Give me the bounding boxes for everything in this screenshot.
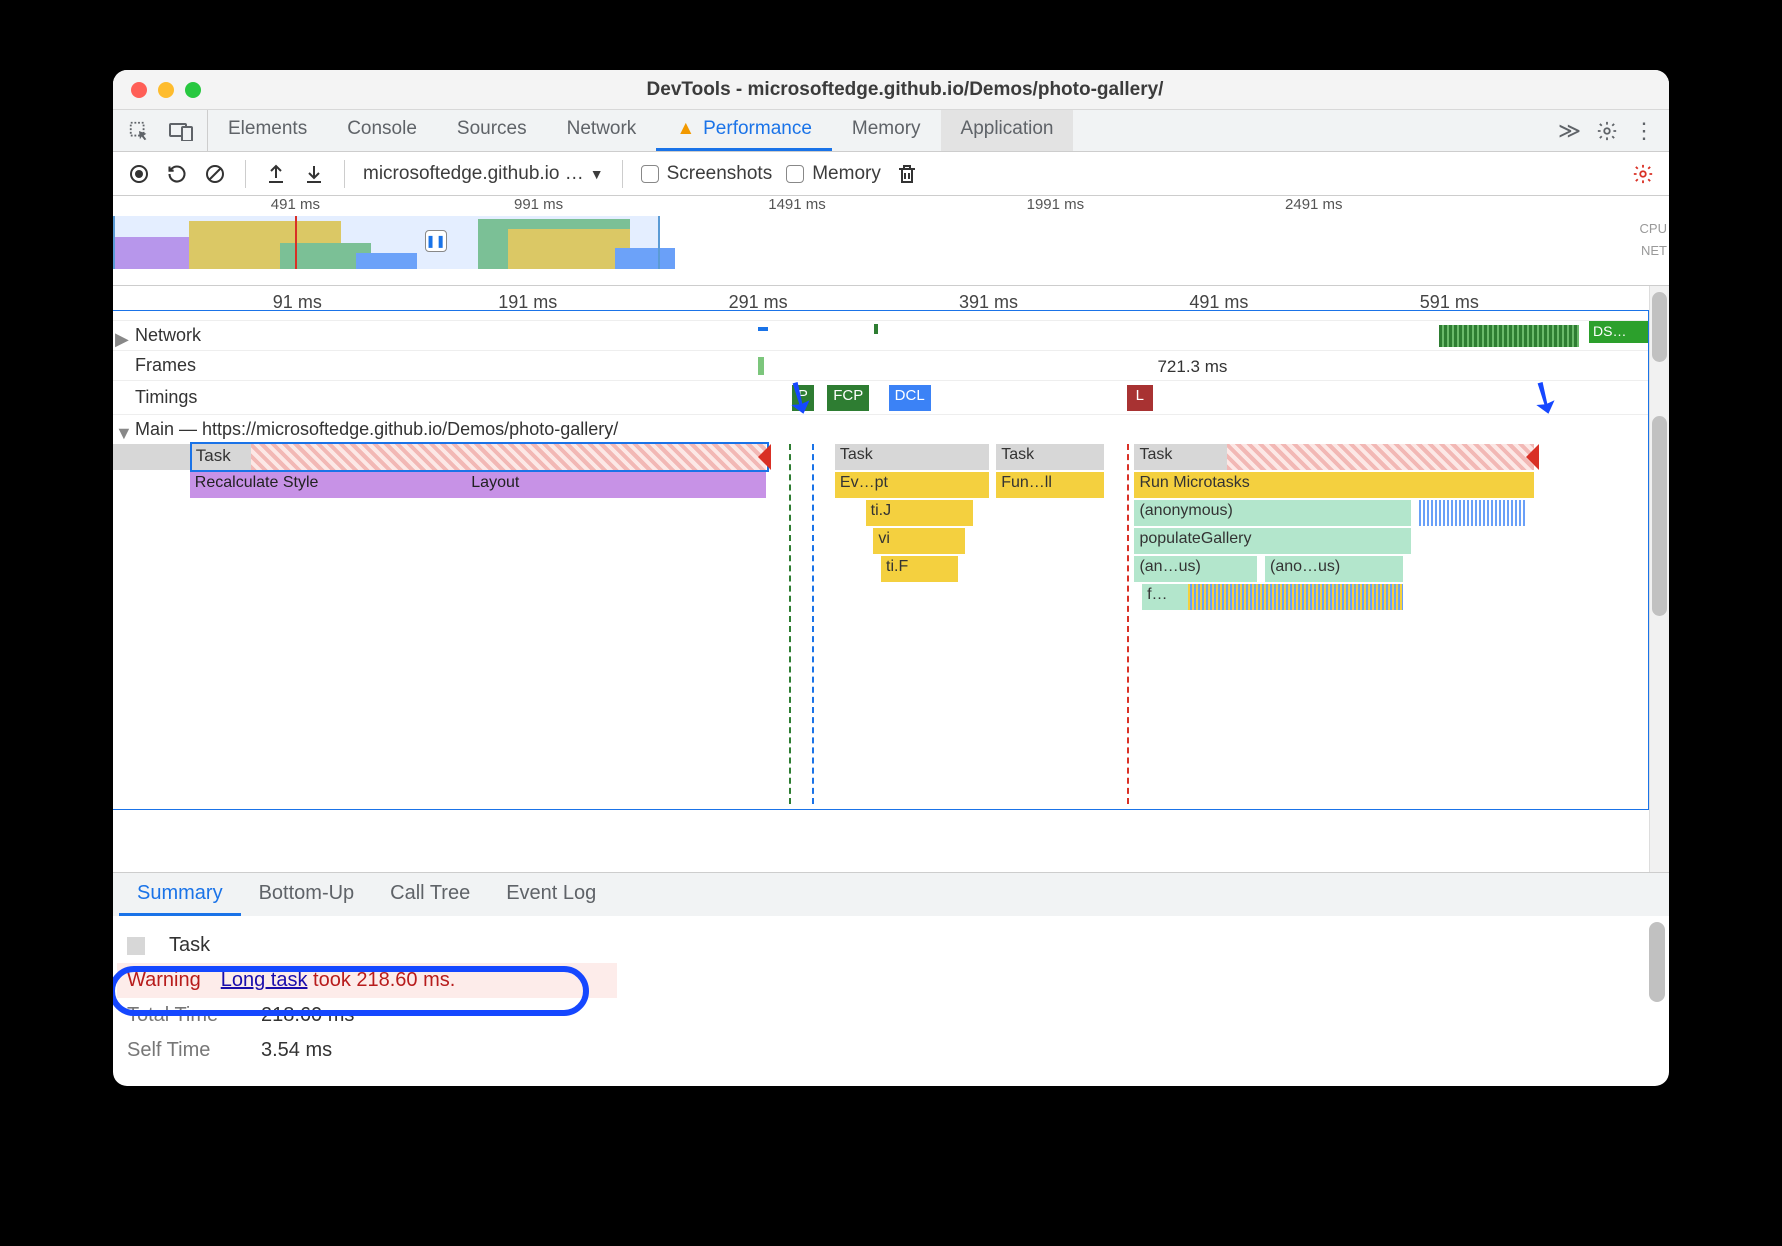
scrollbar-thumb[interactable] bbox=[1649, 922, 1665, 1002]
tab-network[interactable]: Network bbox=[547, 110, 657, 151]
pause-marker-icon[interactable]: ❚❚ bbox=[425, 230, 447, 252]
long-task-stripe[interactable] bbox=[1227, 444, 1534, 470]
long-task-stripe[interactable] bbox=[251, 444, 766, 470]
flame-bar[interactable]: vi bbox=[873, 528, 965, 554]
close-window-button[interactable] bbox=[131, 82, 147, 98]
flame-bar[interactable]: Layout bbox=[466, 472, 766, 498]
tab-sources[interactable]: Sources bbox=[437, 110, 547, 151]
flame-bar[interactable]: Recalculate Style bbox=[190, 472, 466, 498]
traffic-lights bbox=[113, 82, 201, 98]
details-tabbar: Summary Bottom-Up Call Tree Event Log bbox=[113, 872, 1669, 916]
timeline-overview[interactable]: 491 ms 991 ms 1491 ms 1991 ms 2491 ms ❚❚… bbox=[113, 196, 1669, 286]
flame-bar[interactable]: Task bbox=[835, 444, 989, 470]
collapse-icon: ▼ bbox=[115, 423, 133, 444]
tab-performance[interactable]: ▲ Performance bbox=[656, 110, 832, 151]
flame-bar[interactable]: populateGallery bbox=[1134, 528, 1410, 554]
ds-bar: DS… bbox=[1589, 321, 1649, 343]
flame-bar[interactable]: Task bbox=[996, 444, 1104, 470]
vertical-scrollbar[interactable] bbox=[1649, 286, 1669, 872]
record-button[interactable] bbox=[127, 162, 151, 186]
tab-event-log[interactable]: Event Log bbox=[488, 873, 614, 916]
summary-panel: Task Warning Long task took 218.60 ms. T… bbox=[113, 916, 1669, 1086]
tab-summary[interactable]: Summary bbox=[119, 873, 241, 916]
flame-bar[interactable]: f… bbox=[1142, 584, 1188, 610]
time-ruler: 91 ms 191 ms 291 ms 391 ms 491 ms 591 ms bbox=[113, 286, 1649, 320]
settings-gear-icon[interactable] bbox=[1595, 119, 1619, 143]
frames-track-header[interactable]: Frames bbox=[113, 350, 1649, 380]
scrollbar-thumb[interactable] bbox=[1652, 292, 1667, 362]
reload-record-button[interactable] bbox=[165, 162, 189, 186]
flame-bar[interactable]: ti.J bbox=[866, 500, 974, 526]
upload-profile-icon[interactable] bbox=[264, 162, 288, 186]
flame-bar[interactable]: (ano…us) bbox=[1265, 556, 1403, 582]
flame-bar[interactable]: Ev…pt bbox=[835, 472, 989, 498]
tab-console[interactable]: Console bbox=[327, 110, 437, 151]
tab-elements[interactable]: Elements bbox=[208, 110, 327, 151]
device-toolbar-icon[interactable] bbox=[169, 119, 193, 143]
task-swatch-icon bbox=[127, 937, 145, 955]
window-title: DevTools - microsoftedge.github.io/Demos… bbox=[201, 79, 1669, 101]
kebab-menu-icon[interactable]: ⋮ bbox=[1633, 118, 1655, 144]
flame-bar[interactable]: Task bbox=[1134, 444, 1226, 470]
recording-selector[interactable]: microsoftedge.github.io …▼ bbox=[363, 163, 604, 185]
flame-bar[interactable]: (an…us) bbox=[1134, 556, 1257, 582]
inspect-element-icon[interactable] bbox=[127, 119, 151, 143]
minimize-window-button[interactable] bbox=[158, 82, 174, 98]
task-name: Task bbox=[169, 934, 210, 957]
tab-call-tree[interactable]: Call Tree bbox=[372, 873, 488, 916]
zoom-window-button[interactable] bbox=[185, 82, 201, 98]
flame-bar[interactable]: Fun…ll bbox=[996, 472, 1104, 498]
flame-chart[interactable]: 91 ms 191 ms 291 ms 391 ms 491 ms 591 ms… bbox=[113, 286, 1649, 872]
cpu-label: CPU bbox=[1640, 218, 1667, 240]
devtools-window: DevTools - microsoftedge.github.io/Demos… bbox=[113, 70, 1669, 1086]
network-track-header[interactable]: ▶ Network DS… bbox=[113, 320, 1649, 350]
clear-button[interactable] bbox=[203, 162, 227, 186]
devtools-tabbar: Elements Console Sources Network ▲ Perfo… bbox=[113, 110, 1669, 152]
download-profile-icon[interactable] bbox=[302, 162, 326, 186]
capture-settings-icon[interactable] bbox=[1631, 162, 1655, 186]
memory-checkbox[interactable]: Memory bbox=[786, 163, 881, 185]
more-tabs-icon[interactable]: ≫ bbox=[1558, 118, 1581, 144]
flame-bar[interactable]: ti.F bbox=[881, 556, 958, 582]
flame-bar[interactable]: Run Microtasks bbox=[1134, 472, 1533, 498]
warning-icon: ▲ bbox=[676, 118, 695, 140]
garbage-collect-icon[interactable] bbox=[895, 162, 919, 186]
scrollbar-thumb[interactable] bbox=[1652, 416, 1667, 616]
tab-bottom-up[interactable]: Bottom-Up bbox=[241, 873, 373, 916]
main-track-header[interactable]: ▼ Main — https://microsoftedge.github.io… bbox=[113, 414, 1649, 444]
long-task-link[interactable]: Long task bbox=[221, 969, 308, 991]
titlebar: DevTools - microsoftedge.github.io/Demos… bbox=[113, 70, 1669, 110]
flame-bar[interactable]: (anonymous) bbox=[1134, 500, 1410, 526]
screenshots-checkbox[interactable]: Screenshots bbox=[641, 163, 773, 185]
warning-row: Warning Long task took 218.60 ms. bbox=[117, 963, 617, 998]
expand-icon: ▶ bbox=[115, 329, 129, 350]
net-label: NET bbox=[1640, 240, 1667, 262]
tab-application[interactable]: Application bbox=[941, 110, 1074, 151]
performance-toolbar: microsoftedge.github.io …▼ Screenshots M… bbox=[113, 152, 1669, 196]
timings-track-header[interactable]: Timings 721.3 ms P FCP DCL L bbox=[113, 380, 1649, 414]
tab-memory[interactable]: Memory bbox=[832, 110, 941, 151]
